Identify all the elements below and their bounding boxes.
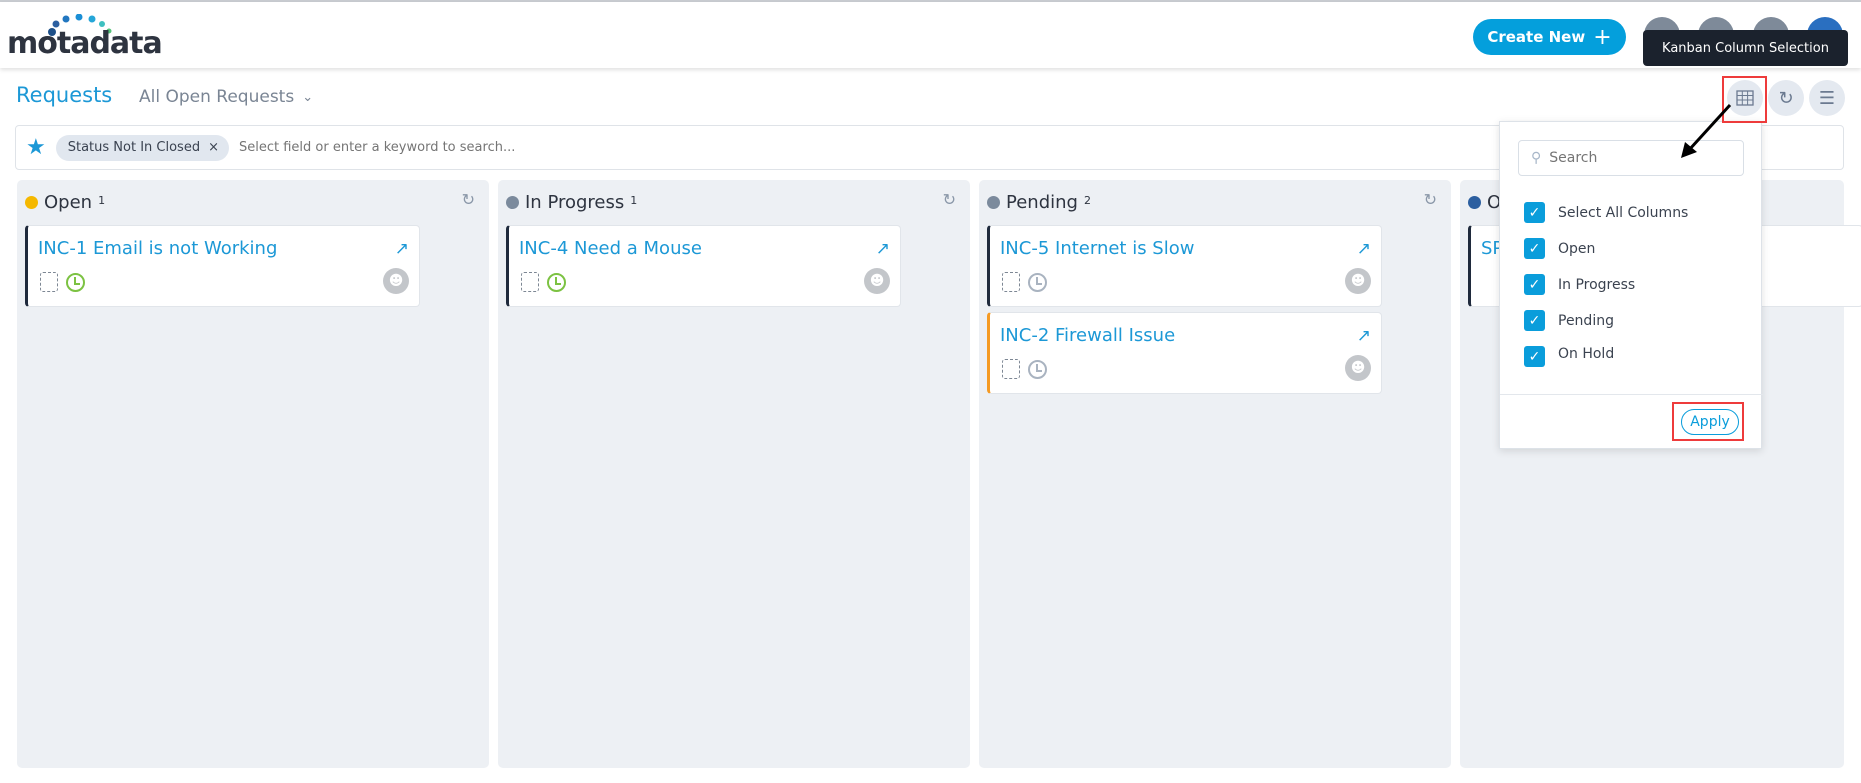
- list-view-button[interactable]: ☰: [1809, 80, 1845, 116]
- column-header: Open 1: [25, 192, 105, 213]
- checkbox-checked[interactable]: ✓: [1524, 346, 1545, 367]
- column-option[interactable]: ✓ Pending: [1524, 310, 1614, 331]
- refresh-button[interactable]: ↻: [1768, 80, 1804, 116]
- external-link-icon[interactable]: ↗: [1357, 326, 1371, 346]
- sub-task-icon: [40, 272, 58, 292]
- column-title: In Progress: [525, 192, 625, 213]
- clock-icon: [66, 272, 85, 292]
- column-option-label: Open: [1558, 240, 1596, 257]
- column-title: Pending: [1006, 192, 1078, 213]
- clock-icon: [547, 272, 566, 292]
- column-selection-dropdown: ⚲ ✓ Select All Columns ✓ Open ✓ In Progress ✓ P…: [1499, 121, 1763, 449]
- column-option-label: Select All Columns: [1558, 204, 1689, 221]
- status-dot: [1468, 196, 1481, 209]
- column-count: 1: [98, 194, 106, 207]
- view-label: All Open Requests: [139, 87, 295, 107]
- kanban-column: Pending 2 ↻ INC-5 Internet is Slow ↗ ☻ INC-…: [979, 180, 1451, 768]
- card-title[interactable]: INC-2 Firewall Issue: [1000, 325, 1175, 346]
- sub-task-icon: [521, 272, 539, 292]
- assignee-avatar[interactable]: ☻: [864, 268, 890, 294]
- column-header: Pending 2: [987, 192, 1091, 213]
- clock-icon: [1028, 272, 1047, 292]
- search-input[interactable]: [238, 140, 739, 155]
- chevron-down-icon: ⌄: [302, 89, 314, 105]
- list-icon: ☰: [1818, 87, 1836, 109]
- assignee-avatar[interactable]: ☻: [383, 268, 409, 294]
- page-title: Requests: [16, 83, 113, 107]
- column-header: In Progress 1: [506, 192, 637, 213]
- sub-task-icon: [1002, 359, 1020, 379]
- checkbox-checked[interactable]: ✓: [1524, 274, 1545, 295]
- column-option-label: Pending: [1558, 312, 1614, 329]
- card-title[interactable]: INC-4 Need a Mouse: [519, 238, 702, 259]
- sub-task-icon: [1002, 272, 1020, 292]
- highlight-box: [1672, 402, 1744, 441]
- card-title[interactable]: INC-5 Internet is Slow: [1000, 238, 1194, 259]
- external-link-icon[interactable]: ↗: [395, 239, 409, 259]
- external-link-icon[interactable]: ↗: [1357, 239, 1371, 259]
- tooltip: Kanban Column Selection: [1643, 30, 1848, 66]
- status-dot: [506, 196, 519, 209]
- kanban-column: Open 1 ↻ INC-1 Email is not Working ↗ ☻: [17, 180, 489, 768]
- filter-chip[interactable]: Status Not In Closed ×: [55, 134, 229, 161]
- column-count: 1: [630, 194, 638, 207]
- column-option-label: On Hold: [1558, 346, 1615, 362]
- view-selector[interactable]: All Open Requests ⌄: [139, 87, 313, 107]
- external-link-icon[interactable]: ↗: [876, 239, 890, 259]
- refresh-icon: ↻: [1778, 87, 1794, 109]
- checkbox-checked[interactable]: ✓: [1524, 238, 1545, 259]
- clock-icon: [1028, 359, 1047, 379]
- checkbox-checked[interactable]: ✓: [1524, 310, 1545, 331]
- plus-icon: +: [1593, 24, 1612, 50]
- column-option[interactable]: ✓ Open: [1524, 238, 1595, 259]
- search-icon: ⚲: [1531, 150, 1542, 166]
- assignee-avatar[interactable]: ☻: [1345, 355, 1371, 381]
- kanban-column: In Progress 1 ↻ INC-4 Need a Mouse ↗ ☻: [498, 180, 970, 768]
- logo[interactable]: motadata: [7, 26, 163, 61]
- refresh-icon[interactable]: ↻: [943, 190, 956, 209]
- column-header: O: [1468, 192, 1501, 213]
- request-card[interactable]: INC-2 Firewall Issue ↗ ☻: [987, 312, 1382, 394]
- assignee-avatar[interactable]: ☻: [1345, 268, 1371, 294]
- card-title[interactable]: INC-1 Email is not Working: [38, 238, 277, 259]
- close-icon[interactable]: ×: [208, 140, 219, 155]
- create-new-button[interactable]: Create New +: [1473, 19, 1626, 55]
- divider: [1500, 394, 1763, 395]
- column-option[interactable]: ✓ In Progress: [1524, 274, 1635, 295]
- star-icon[interactable]: ★: [26, 135, 46, 160]
- header: motadata Create New +: [0, 2, 1861, 68]
- column-option[interactable]: ✓ On Hold: [1524, 346, 1614, 368]
- column-count: 2: [1083, 194, 1091, 207]
- request-card[interactable]: INC-1 Email is not Working ↗ ☻: [25, 225, 420, 307]
- request-card[interactable]: INC-5 Internet is Slow ↗ ☻: [987, 225, 1382, 307]
- request-card[interactable]: INC-4 Need a Mouse ↗ ☻: [506, 225, 901, 307]
- filter-chip-label: Status Not In Closed: [67, 140, 201, 155]
- annotation-arrow: [1681, 103, 1732, 158]
- checkbox-checked[interactable]: ✓: [1524, 202, 1545, 223]
- status-dot: [25, 196, 38, 209]
- column-option-label: In Progress: [1558, 276, 1636, 293]
- create-new-label: Create New: [1487, 28, 1586, 46]
- status-dot: [987, 196, 1000, 209]
- column-title: Open: [44, 192, 93, 213]
- refresh-icon[interactable]: ↻: [1424, 190, 1437, 209]
- column-option[interactable]: ✓ Select All Columns: [1524, 202, 1688, 223]
- refresh-icon[interactable]: ↻: [462, 190, 475, 209]
